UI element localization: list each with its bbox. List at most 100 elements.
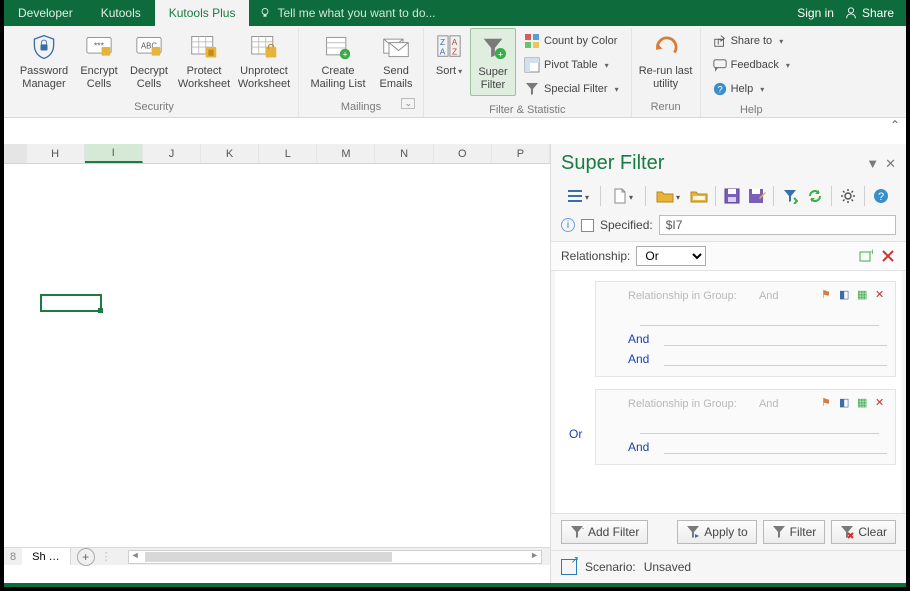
group-flag-icon[interactable]: ⚑ — [821, 288, 835, 302]
password-manager-button[interactable]: Password Manager — [14, 28, 74, 94]
col-h-K[interactable]: K — [201, 144, 259, 163]
pane-toolbar: ? — [551, 175, 906, 213]
col-h-I[interactable]: I — [85, 144, 143, 163]
worksheet[interactable]: H I J K L M N O P 8 Sh … + ⋮ — [4, 144, 550, 565]
protect-worksheet-button[interactable]: Protect Worksheet — [174, 28, 234, 94]
col-h-M[interactable]: M — [317, 144, 375, 163]
group-label-security: Security — [14, 99, 294, 117]
encrypt-cells-button[interactable]: *** Encrypt Cells — [74, 28, 124, 94]
funnel-plus-icon: + — [570, 525, 584, 539]
funnel-apply-icon — [686, 525, 700, 539]
tab-developer[interactable]: Developer — [4, 0, 87, 26]
refresh-button[interactable] — [804, 185, 826, 207]
count-by-color-button[interactable]: Count by Color — [520, 30, 623, 52]
col-h-H[interactable]: H — [27, 144, 85, 163]
help-pane-button[interactable]: ? — [870, 185, 892, 207]
sort-button[interactable]: ZAAZ Sort▾ — [428, 28, 470, 81]
menu-button[interactable] — [561, 185, 595, 207]
new-scenario-button[interactable] — [606, 185, 640, 207]
svg-text:Z: Z — [452, 46, 457, 56]
apply-to-button[interactable]: Apply to — [677, 520, 756, 544]
tell-me-search[interactable]: Tell me what you want to do... — [249, 0, 797, 26]
sort-icon: ZAAZ — [433, 31, 465, 63]
create-mailing-list-button[interactable]: + Create Mailing List — [303, 28, 373, 94]
sheet-tab[interactable]: Sh … — [22, 548, 71, 565]
pane-dropdown-icon[interactable]: ▼ — [866, 156, 879, 171]
selected-cell[interactable] — [40, 294, 102, 312]
new-file-icon — [613, 188, 627, 204]
specified-input[interactable] — [659, 215, 896, 235]
sign-in-link[interactable]: Sign in — [797, 6, 834, 20]
send-emails-button[interactable]: Send Emails — [373, 28, 419, 94]
status-bar — [4, 583, 906, 587]
group-add-icon[interactable]: ▦ — [857, 288, 871, 302]
add-filter-button[interactable]: +Add Filter — [561, 520, 648, 544]
settings-button[interactable] — [837, 185, 859, 207]
lightbulb-icon — [259, 7, 271, 19]
column-headers: H I J K L M N O P — [4, 144, 550, 164]
svg-text:+: + — [498, 49, 503, 59]
col-h-J[interactable]: J — [143, 144, 201, 163]
group-copy-icon[interactable]: ◧ — [839, 396, 853, 410]
ribbon-group-help: Share to Feedback ?Help Help — [701, 28, 802, 117]
share-to-button[interactable]: Share to — [709, 30, 794, 52]
add-group-button[interactable]: + — [858, 248, 874, 264]
tab-kutools-plus[interactable]: Kutools Plus — [155, 0, 250, 26]
help-button[interactable]: ?Help — [709, 78, 794, 100]
group-label-mailings: Mailings — [303, 99, 419, 117]
group-flag-icon[interactable]: ⚑ — [821, 396, 835, 410]
decrypt-cells-button[interactable]: ABC Decrypt Cells — [124, 28, 174, 94]
col-h-O[interactable]: O — [434, 144, 492, 163]
save-button[interactable] — [721, 185, 743, 207]
col-h-P[interactable]: P — [492, 144, 550, 163]
unprotect-sheet-icon — [248, 31, 280, 63]
encrypt-icon: *** — [83, 31, 115, 63]
tab-kutools[interactable]: Kutools — [87, 0, 155, 26]
info-icon[interactable]: i — [561, 218, 575, 232]
super-filter-button[interactable]: + Super Filter — [470, 28, 516, 96]
group-add-icon[interactable]: ▦ — [857, 396, 871, 410]
specified-row: i Specified: — [551, 213, 906, 241]
group-label-help: Help — [705, 102, 798, 120]
ribbon-group-mailings: + Create Mailing List Send Emails Mailin… — [299, 28, 424, 117]
open-scenario-button[interactable] — [651, 185, 685, 207]
special-filter-button[interactable]: Special Filter — [520, 78, 623, 100]
share-button[interactable]: Share — [844, 6, 894, 20]
col-h-blank[interactable] — [4, 144, 27, 163]
and-label: And — [628, 352, 658, 366]
rerun-button[interactable]: Re-run last utility — [636, 28, 696, 94]
ribbon-group-security: Password Manager *** Encrypt Cells ABC D… — [10, 28, 299, 117]
decrypt-icon: ABC — [133, 31, 165, 63]
or-label: Or — [569, 427, 582, 441]
feedback-button[interactable]: Feedback — [709, 54, 794, 76]
col-h-N[interactable]: N — [375, 144, 433, 163]
apply-filter-button[interactable] — [779, 185, 801, 207]
relationship-select[interactable]: Or — [636, 246, 706, 266]
horizontal-scrollbar[interactable] — [128, 550, 542, 564]
group-delete-icon[interactable]: ✕ — [875, 288, 889, 302]
specified-checkbox[interactable] — [581, 219, 594, 232]
scenario-icon[interactable] — [561, 559, 577, 575]
group-copy-icon[interactable]: ◧ — [839, 288, 853, 302]
ribbon-group-rerun: Re-run last utility Rerun — [632, 28, 701, 117]
col-h-L[interactable]: L — [259, 144, 317, 163]
pivot-table-button[interactable]: Pivot Table — [520, 54, 623, 76]
scenario-row: Scenario: Unsaved — [551, 550, 906, 583]
filter-groups-area[interactable]: Relationship in Group: And ⚑ ◧ ▦ ✕ And A… — [555, 271, 902, 513]
pane-close-button[interactable]: ✕ — [885, 156, 896, 172]
manage-scenarios-button[interactable] — [688, 185, 710, 207]
grid-body[interactable] — [4, 164, 550, 543]
protect-sheet-icon — [188, 31, 220, 63]
help-icon: ? — [713, 82, 727, 96]
ribbon-collapse-button[interactable]: ⌃ — [890, 118, 900, 132]
funnel-icon — [772, 525, 786, 539]
delete-group-button[interactable] — [880, 248, 896, 264]
add-sheet-button[interactable]: + — [77, 548, 95, 566]
send-emails-icon — [380, 31, 412, 63]
pane-action-buttons: +Add Filter Apply to Filter Clear — [551, 513, 906, 550]
filter-button[interactable]: Filter — [763, 520, 826, 544]
unprotect-worksheet-button[interactable]: Unprotect Worksheet — [234, 28, 294, 94]
clear-button[interactable]: Clear — [831, 520, 896, 544]
group-delete-icon[interactable]: ✕ — [875, 396, 889, 410]
save-as-button[interactable] — [746, 185, 768, 207]
